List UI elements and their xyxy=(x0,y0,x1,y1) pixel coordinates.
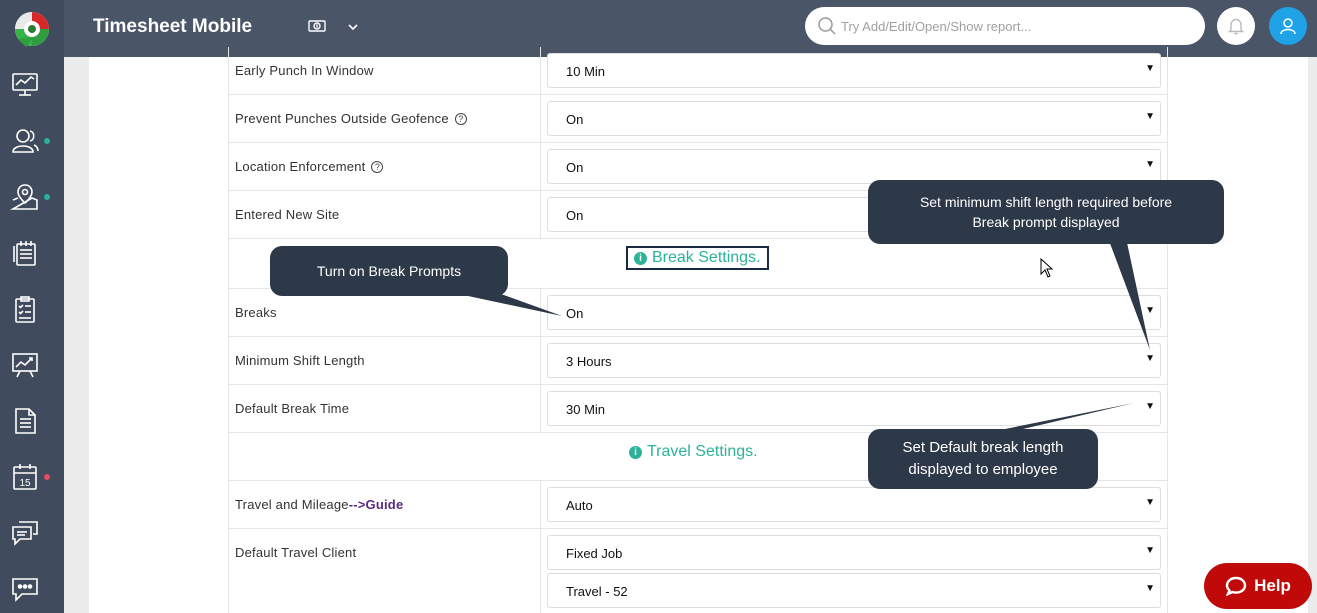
default-break-select[interactable]: 30 Min ▼ xyxy=(547,391,1161,426)
setting-label: Entered New Site xyxy=(235,207,340,222)
dashboard-icon[interactable] xyxy=(8,68,42,102)
dropdown-arrow-icon: ▼ xyxy=(1145,353,1155,364)
setting-label: Travel and Mileage xyxy=(235,497,349,512)
setting-label: Default Travel Client xyxy=(235,545,357,560)
user-profile-button[interactable] xyxy=(1269,7,1307,45)
setting-row-min-shift: Minimum Shift Length 3 Hours ▼ xyxy=(228,337,1168,385)
document-icon[interactable] xyxy=(8,404,42,438)
select-value: Fixed Job xyxy=(566,546,623,561)
travel-settings-title: i Travel Settings. xyxy=(629,443,758,461)
chart-icon[interactable] xyxy=(8,348,42,382)
select-value: On xyxy=(566,208,584,223)
dropdown-arrow-icon: ▼ xyxy=(1145,63,1155,74)
calendar-day: 15 xyxy=(19,478,31,489)
setting-label: Breaks xyxy=(235,305,277,320)
guide-link[interactable]: -->Guide xyxy=(349,497,404,512)
mouse-cursor-icon xyxy=(1040,257,1054,283)
select-value: Travel - 52 xyxy=(566,584,628,599)
timesheet-icon[interactable] xyxy=(8,236,42,270)
setting-label: Prevent Punches Outside Geofence xyxy=(235,111,449,126)
chat-icon[interactable] xyxy=(8,572,42,606)
setting-label: Location Enforcement xyxy=(235,159,366,174)
users-icon[interactable] xyxy=(8,124,42,158)
setting-label: Early Punch In Window xyxy=(235,63,374,78)
select-value: 10 Min xyxy=(566,64,606,79)
sidebar: 15 xyxy=(0,0,64,613)
prevent-punches-select[interactable]: On ▼ xyxy=(547,101,1161,136)
search-bar[interactable] xyxy=(805,7,1205,45)
app-logo[interactable] xyxy=(0,0,64,57)
select-value: On xyxy=(566,306,584,321)
dropdown-arrow-icon: ▼ xyxy=(1145,583,1155,594)
bell-icon xyxy=(1227,18,1245,35)
travel-job-select[interactable]: Travel - 52 ▼ xyxy=(547,573,1161,608)
clipboard-icon[interactable] xyxy=(8,292,42,326)
chat-bubble-icon xyxy=(1225,576,1247,596)
dropdown-arrow-icon: ▼ xyxy=(1145,111,1155,122)
search-icon xyxy=(817,16,837,41)
info-icon: i xyxy=(634,252,647,265)
help-button[interactable]: Help xyxy=(1204,563,1312,609)
select-value: Auto xyxy=(566,498,593,513)
select-value: On xyxy=(566,160,584,175)
setting-row-prevent-punches: Prevent Punches Outside Geofence? On ▼ xyxy=(228,95,1168,143)
setting-row-early-punch: Early Punch In Window 10 Min ▼ xyxy=(228,47,1168,95)
calendar-status-dot xyxy=(44,474,50,480)
dropdown-arrow-icon: ▼ xyxy=(1145,401,1155,412)
users-status-dot xyxy=(44,138,50,144)
setting-row-default-travel-client: Default Travel Client Fixed Job ▼ Travel… xyxy=(228,529,1168,613)
chevron-down-icon[interactable] xyxy=(347,20,359,38)
select-value: On xyxy=(566,112,584,127)
help-question-icon[interactable]: ? xyxy=(454,113,467,125)
setting-row-default-break: Default Break Time 30 Min ▼ xyxy=(228,385,1168,433)
default-travel-client-select[interactable]: Fixed Job ▼ xyxy=(547,535,1161,570)
money-icon[interactable] xyxy=(307,16,327,41)
calendar-icon[interactable]: 15 xyxy=(8,460,42,494)
notification-bell[interactable] xyxy=(1217,7,1255,45)
callout-min-shift: Set minimum shift length required before… xyxy=(868,180,1224,244)
settings-content: Early Punch In Window 10 Min ▼ Prevent P… xyxy=(89,47,1308,613)
select-value: 30 Min xyxy=(566,402,606,417)
travel-mileage-select[interactable]: Auto ▼ xyxy=(547,487,1161,522)
breaks-select[interactable]: On ▼ xyxy=(547,295,1161,330)
app-title: Timesheet Mobile xyxy=(93,16,253,37)
setting-label: Default Break Time xyxy=(235,401,350,416)
map-pin-icon[interactable] xyxy=(8,180,42,214)
dropdown-arrow-icon: ▼ xyxy=(1145,159,1155,170)
callout-break-prompts: Turn on Break Prompts xyxy=(270,246,508,296)
user-icon xyxy=(1280,18,1296,35)
dropdown-arrow-icon: ▼ xyxy=(1145,305,1155,316)
messages-icon[interactable] xyxy=(8,516,42,550)
app-logo-icon xyxy=(15,11,49,47)
info-icon: i xyxy=(629,446,642,459)
min-shift-select[interactable]: 3 Hours ▼ xyxy=(547,343,1161,378)
dropdown-arrow-icon: ▼ xyxy=(1145,497,1155,508)
early-punch-select[interactable]: 10 Min ▼ xyxy=(547,53,1161,88)
location-enforcement-select[interactable]: On ▼ xyxy=(547,149,1161,184)
setting-label: Minimum Shift Length xyxy=(235,353,365,368)
setting-row-breaks: Breaks On ▼ xyxy=(228,289,1168,337)
search-input[interactable] xyxy=(841,15,1191,37)
map-status-dot xyxy=(44,194,50,200)
break-settings-title: i Break Settings. xyxy=(626,246,769,270)
dropdown-arrow-icon: ▼ xyxy=(1145,545,1155,556)
select-value: 3 Hours xyxy=(566,354,612,369)
callout-default-break: Set Default break length displayed to em… xyxy=(868,429,1098,489)
help-question-icon[interactable]: ? xyxy=(371,161,384,173)
